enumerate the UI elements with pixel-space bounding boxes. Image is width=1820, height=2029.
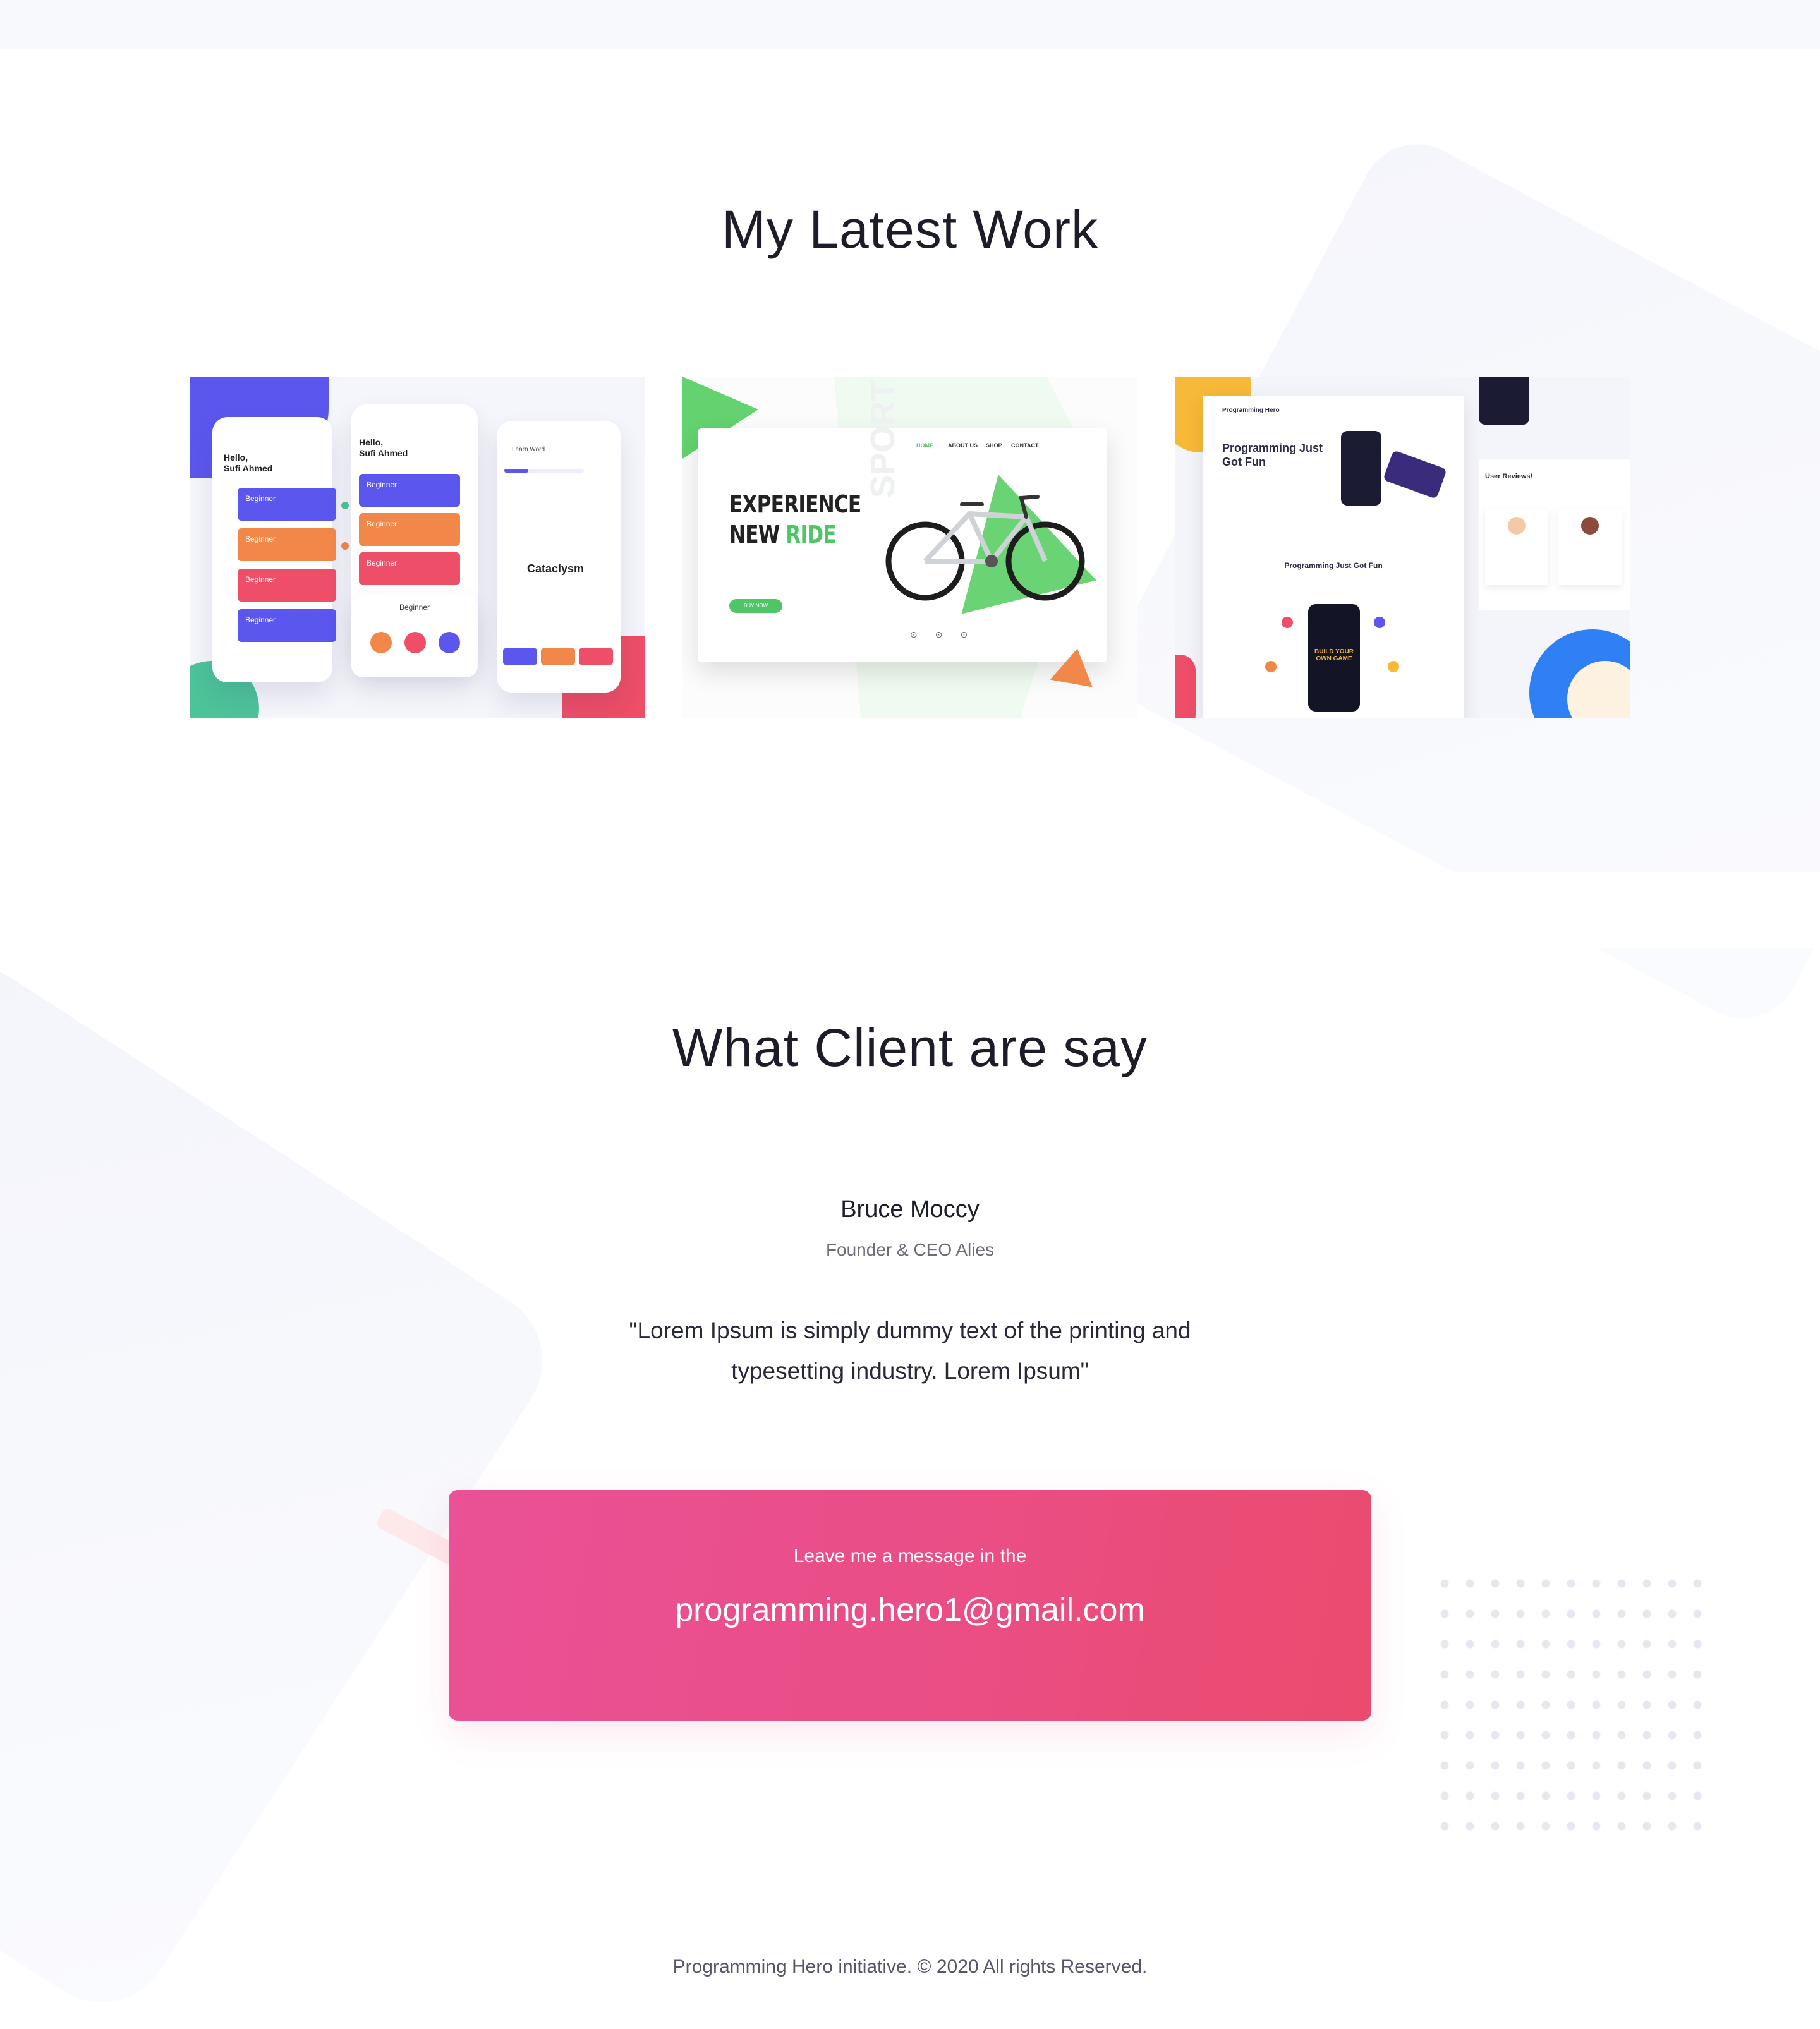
features-title: Programming Just Got Fun (1284, 561, 1383, 570)
contact-email-link[interactable]: programming.hero1@gmail.com (449, 1591, 1371, 1629)
feature-dot (1282, 617, 1293, 628)
user-name: Sufi Ahmed (359, 448, 408, 458)
level-pill[interactable]: Beginner (359, 552, 460, 585)
phone-mockup (1341, 431, 1381, 506)
write-button[interactable] (541, 648, 575, 665)
learn-words-icon[interactable] (370, 632, 392, 653)
review-card (1558, 509, 1622, 585)
nav-home[interactable]: HOME (916, 442, 933, 449)
feature-dot (1388, 661, 1399, 672)
know-more-button[interactable] (503, 648, 537, 665)
game-phone: BUILD YOUR OWN GAME (1308, 604, 1360, 712)
feature-dot (1374, 617, 1385, 628)
testimonial-title: What Client are say (672, 1018, 1148, 1077)
buy-now-button[interactable]: BUY NOW (729, 599, 782, 613)
phone-word: Learn Word Cataclysm (497, 421, 621, 693)
level-pill[interactable]: Beginner (238, 528, 336, 561)
brand-name: Programming Hero (1222, 407, 1280, 414)
level-pill[interactable]: Beginner (359, 474, 460, 507)
background-shape-left (0, 940, 569, 2029)
headline-line-1: EXPERIENCE (729, 490, 861, 518)
level-popup: Beginner (351, 595, 478, 677)
hero-headline: EXPERIENCE NEW RIDE (729, 489, 861, 550)
orange-triangle (1050, 645, 1099, 687)
top-strip (0, 0, 1820, 49)
mock-site: Programming Hero Programming Just Got Fu… (1203, 396, 1464, 718)
level-pill[interactable]: Beginner (238, 488, 336, 521)
progress-track (504, 469, 584, 473)
user-name: Sufi Ahmed (224, 463, 273, 473)
feature-dot (1265, 661, 1277, 672)
client-name: Bruce Moccy (840, 1196, 980, 1223)
latest-work-title: My Latest Work (722, 200, 1098, 259)
level-pill[interactable]: Beginner (359, 513, 460, 546)
level-label: Beginner (399, 603, 430, 612)
phone-tilted (1383, 450, 1447, 499)
phone-levels: Hello, Sufi Ahmed Beginner Beginner Begi… (351, 404, 478, 677)
greeting: Hello, (224, 452, 248, 463)
vocab-word: Cataclysm (527, 562, 585, 575)
nav-about[interactable]: ABOUT US (948, 442, 978, 449)
level-pill[interactable]: Beginner (238, 569, 336, 602)
work-card-programming-hero[interactable]: Programming Hero Programming Just Got Fu… (1175, 377, 1630, 718)
status-dot (341, 502, 349, 509)
client-role: Founder & CEO Alies (825, 1240, 995, 1259)
play-icon[interactable] (404, 632, 426, 653)
progress-fill (504, 469, 528, 473)
headline-line-2: NEW (729, 521, 786, 548)
greeting: Hello, (359, 437, 384, 447)
status-dot (341, 542, 349, 550)
learn-word-label: Learn Word (512, 446, 545, 453)
bicycle-icon (885, 495, 1085, 601)
game-label: BUILD YOUR OWN GAME (1314, 648, 1354, 662)
contact-box: Leave me a message in the programming.he… (449, 1490, 1371, 1721)
work-card-learning-app[interactable]: Hello, Sufi Ahmed Beginner Beginner Begi… (190, 377, 645, 718)
avatar (1508, 517, 1526, 535)
bike-thumbnails[interactable]: ⊙⊙⊙ (910, 629, 1036, 642)
mock-browser: HOME ABOUT US SHOP CONTACT EXPERIENCE NE… (698, 380, 1107, 662)
nav-shop[interactable]: SHOP (986, 442, 1002, 449)
phone-home: Hello, Sufi Ahmed Beginner Beginner Begi… (212, 417, 349, 682)
decorative-dot-grid (1432, 1568, 1704, 1834)
work-card-bike-site[interactable]: HOME ABOUT US SHOP CONTACT EXPERIENCE NE… (682, 377, 1138, 718)
footer-copyright: Programming Hero initiative. © 2020 All … (672, 1956, 1148, 1977)
meaning-button[interactable] (579, 648, 613, 665)
level-pill[interactable]: Beginner (238, 609, 336, 642)
nav-contact[interactable]: CONTACT (1011, 442, 1038, 449)
pencil-icon[interactable] (439, 632, 460, 653)
reviews-panel: User Reviews! (1479, 459, 1630, 610)
headline-highlight: RIDE (786, 521, 836, 548)
site-hero-title: Programming Just Got Fun (1222, 442, 1323, 468)
contact-lead-text: Leave me a message in the (793, 1546, 1027, 1566)
review-card (1485, 509, 1548, 585)
reviews-title: User Reviews! (1485, 473, 1533, 480)
blob-red (1175, 655, 1196, 718)
avatar (1581, 517, 1599, 535)
game-phone-top (1479, 377, 1529, 425)
client-quote: "Lorem Ipsum is simply dummy text of the… (629, 1317, 1191, 1384)
background-band (0, 872, 1820, 948)
